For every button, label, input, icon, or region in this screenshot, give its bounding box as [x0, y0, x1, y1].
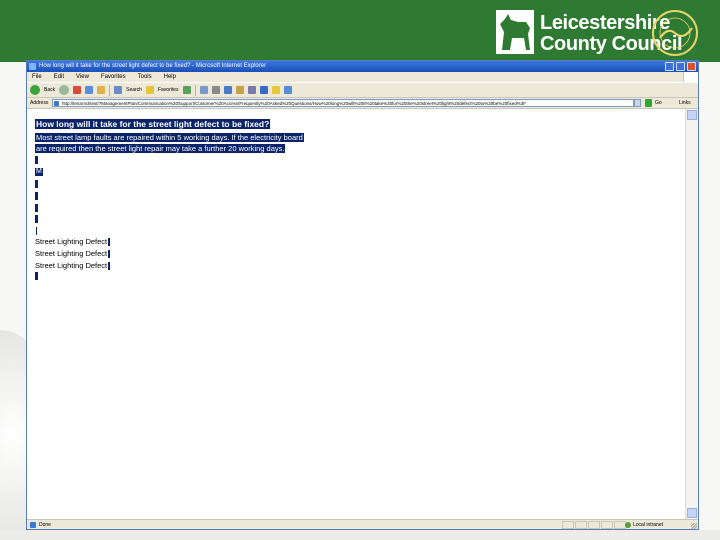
defect-link-text[interactable]: Street Lighting Defect — [35, 261, 107, 270]
search-label[interactable]: Search — [126, 87, 142, 93]
vertical-scrollbar[interactable] — [685, 109, 698, 519]
bluetooth-icon[interactable] — [259, 86, 268, 94]
status-panes — [562, 521, 626, 529]
menu-edit[interactable]: Edit — [54, 72, 64, 82]
council-logo: Leicestershire County Council — [496, 8, 710, 58]
go-button[interactable]: Go — [655, 98, 662, 109]
toolbar: Back Search Favorites — [27, 82, 698, 98]
minimize-button[interactable] — [665, 62, 674, 71]
menu-file[interactable]: File — [32, 72, 42, 82]
favorites-label[interactable]: Favorites — [158, 87, 179, 93]
defect-link[interactable]: Street Lighting Defect — [35, 249, 111, 259]
note-icon[interactable] — [271, 86, 280, 94]
back-label[interactable]: Back — [44, 87, 55, 93]
toolbar-separator — [109, 84, 111, 96]
faq-question: How long will it take for the street lig… — [35, 119, 271, 129]
defect-link-text[interactable]: Street Lighting Defect — [35, 237, 107, 246]
window-controls — [665, 62, 696, 71]
selection-marker — [36, 227, 37, 235]
menu-view[interactable]: View — [76, 72, 89, 82]
fox-emblem-icon — [496, 10, 534, 54]
back-arrow-icon[interactable] — [30, 85, 40, 95]
status-text: Done — [39, 522, 51, 528]
defect-link[interactable]: Street Lighting Defect — [35, 237, 111, 247]
menu-help[interactable]: Help — [164, 72, 176, 82]
intranet-zone-icon — [625, 522, 631, 528]
selection-marker — [35, 215, 38, 223]
mail-icon[interactable] — [199, 86, 208, 94]
menu-favorites[interactable]: Favorites — [101, 72, 126, 82]
scroll-down-arrow-icon[interactable] — [687, 508, 697, 518]
slide-footer-strip — [0, 530, 720, 540]
address-dropdown-button[interactable] — [634, 99, 641, 107]
address-label: Address — [30, 100, 49, 106]
zone-text: Local intranet — [633, 522, 664, 528]
selection-marker — [35, 180, 38, 188]
page-content: How long will it take for the street lig… — [27, 109, 687, 519]
menu-tools[interactable]: Tools — [138, 72, 152, 82]
scroll-up-arrow-icon[interactable] — [687, 110, 697, 120]
selection-marker — [35, 192, 38, 200]
print-icon[interactable] — [211, 86, 220, 94]
status-pane — [601, 521, 613, 529]
window-title: How long will it take for the street lig… — [39, 63, 267, 69]
favorites-star-icon[interactable] — [145, 86, 154, 94]
ie-icon — [29, 63, 36, 70]
page-icon — [54, 101, 59, 106]
history-icon[interactable] — [182, 86, 191, 94]
menu-bar: File Edit View Favorites Tools Help — [27, 72, 698, 82]
selection-label: M — [35, 168, 43, 176]
resize-grip-icon[interactable] — [691, 523, 697, 529]
slide-header: Leicestershire County Council — [0, 0, 720, 62]
excellent-council-seal — [652, 10, 698, 56]
defect-link[interactable]: Street Lighting Defect — [35, 261, 111, 271]
faq-answer-line1: Most street lamp faults are repaired wit… — [35, 133, 304, 142]
defect-link-text[interactable]: Street Lighting Defect — [35, 249, 107, 258]
links-button[interactable]: Links — [679, 98, 691, 109]
selection-marker — [35, 204, 38, 212]
maximize-button[interactable] — [676, 62, 685, 71]
folder-icon[interactable] — [235, 86, 244, 94]
status-pane — [588, 521, 600, 529]
home-icon[interactable] — [97, 86, 106, 94]
status-pane — [575, 521, 587, 529]
address-url: http://leicsmclitest/?ManagementPlan/Com… — [62, 101, 527, 106]
page-done-icon — [30, 522, 36, 528]
go-arrow-icon[interactable] — [645, 99, 652, 107]
search-icon[interactable] — [114, 86, 123, 94]
selection-marker — [35, 156, 38, 164]
status-pane — [562, 521, 574, 529]
refresh-icon[interactable] — [85, 86, 94, 94]
selection-caret — [108, 238, 111, 247]
forward-arrow-icon[interactable] — [59, 85, 70, 95]
selection-marker — [35, 272, 38, 280]
address-bar: Address http://leicsmclitest/?Management… — [27, 98, 698, 109]
research-icon[interactable] — [283, 86, 292, 94]
selection-caret — [108, 250, 111, 259]
faq-answer-line2: are required then the street light repai… — [35, 144, 286, 153]
status-bar: Done Local intranet — [27, 519, 698, 529]
title-bar: How long will it take for the street lig… — [27, 61, 698, 72]
stop-icon[interactable] — [73, 86, 82, 94]
browser-window: How long will it take for the street lig… — [26, 60, 699, 530]
windows-flag-icon — [683, 72, 698, 82]
close-button[interactable] — [687, 62, 696, 71]
selection-caret — [108, 262, 111, 271]
messenger-icon[interactable] — [247, 86, 256, 94]
address-input[interactable]: http://leicsmclitest/?ManagementPlan/Com… — [52, 99, 634, 107]
toolbar-separator — [194, 84, 196, 96]
edit-icon[interactable] — [223, 86, 232, 94]
